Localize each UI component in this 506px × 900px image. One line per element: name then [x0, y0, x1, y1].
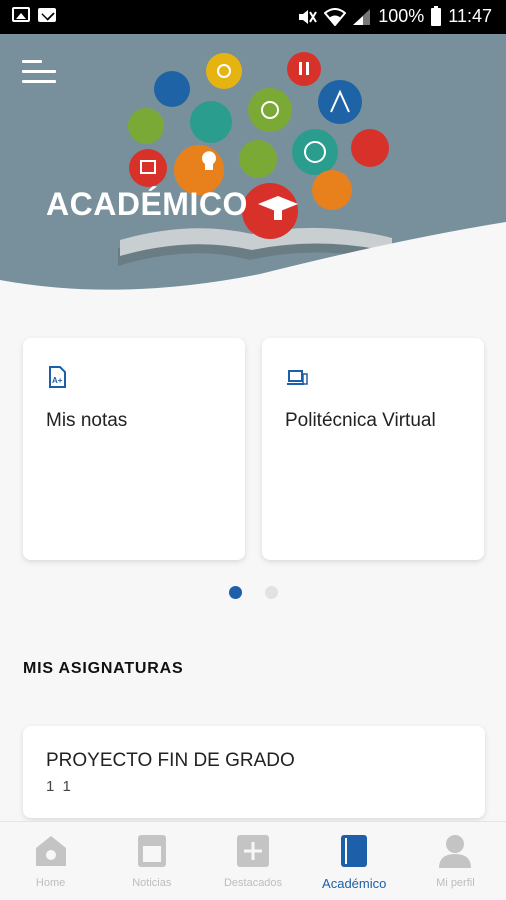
banner-illustration [0, 34, 506, 296]
nav-label: Noticias [132, 877, 172, 889]
carousel-indicator [0, 586, 506, 600]
nav-label: Home [35, 877, 66, 889]
clock: 11:47 [448, 6, 492, 26]
subject-card[interactable]: PROYECTO FIN DE GRADO 1 1 [23, 726, 485, 818]
subject-name: PROYECTO FIN DE GRADO [46, 750, 295, 771]
header-banner: ACADÉMICO [0, 34, 506, 296]
mute-icon [299, 9, 318, 24]
carousel-dot[interactable] [265, 586, 278, 599]
wifi-icon [324, 7, 347, 26]
status-bar: 100% 11:47 [0, 0, 506, 34]
card-mis-notas[interactable]: A+ Mis notas [23, 338, 245, 560]
card-politecnica-virtual[interactable]: Politécnica Virtual [262, 338, 484, 560]
laptop-icon [287, 370, 308, 385]
book-icon [341, 835, 368, 867]
bottom-navigation: Home Noticias Destacados Académico Mi pe… [0, 821, 506, 900]
page-title: ACADÉMICO [46, 186, 248, 222]
card-label: Mis notas [46, 410, 128, 431]
home-icon [35, 836, 66, 866]
nav-label: Destacados [223, 877, 283, 889]
battery-percent: 100% [378, 6, 425, 26]
battery-icon [431, 5, 442, 26]
subject-detail: 1 1 [46, 778, 73, 795]
carousel-dot-active[interactable] [229, 586, 242, 599]
image-notification-icon [12, 7, 30, 22]
grade-document-icon: A+ [49, 366, 66, 388]
plus-icon [237, 835, 269, 867]
nav-mi-perfil[interactable]: Mi perfil [405, 822, 506, 900]
signal-icon [353, 8, 371, 25]
section-title: MIS ASIGNATURAS [23, 660, 184, 677]
nav-noticias[interactable]: Noticias [101, 822, 202, 900]
svg-text:A+: A+ [52, 376, 63, 385]
nav-label: Mi perfil [436, 877, 475, 889]
nav-home[interactable]: Home [0, 822, 101, 900]
nav-academico[interactable]: Académico [304, 822, 405, 900]
card-label: Politécnica Virtual [285, 410, 436, 431]
news-icon [137, 835, 166, 867]
menu-button[interactable] [22, 60, 56, 88]
nav-label: Académico [322, 876, 387, 891]
profile-icon [439, 835, 472, 868]
mail-notification-icon [38, 8, 56, 22]
nav-destacados[interactable]: Destacados [202, 822, 303, 900]
